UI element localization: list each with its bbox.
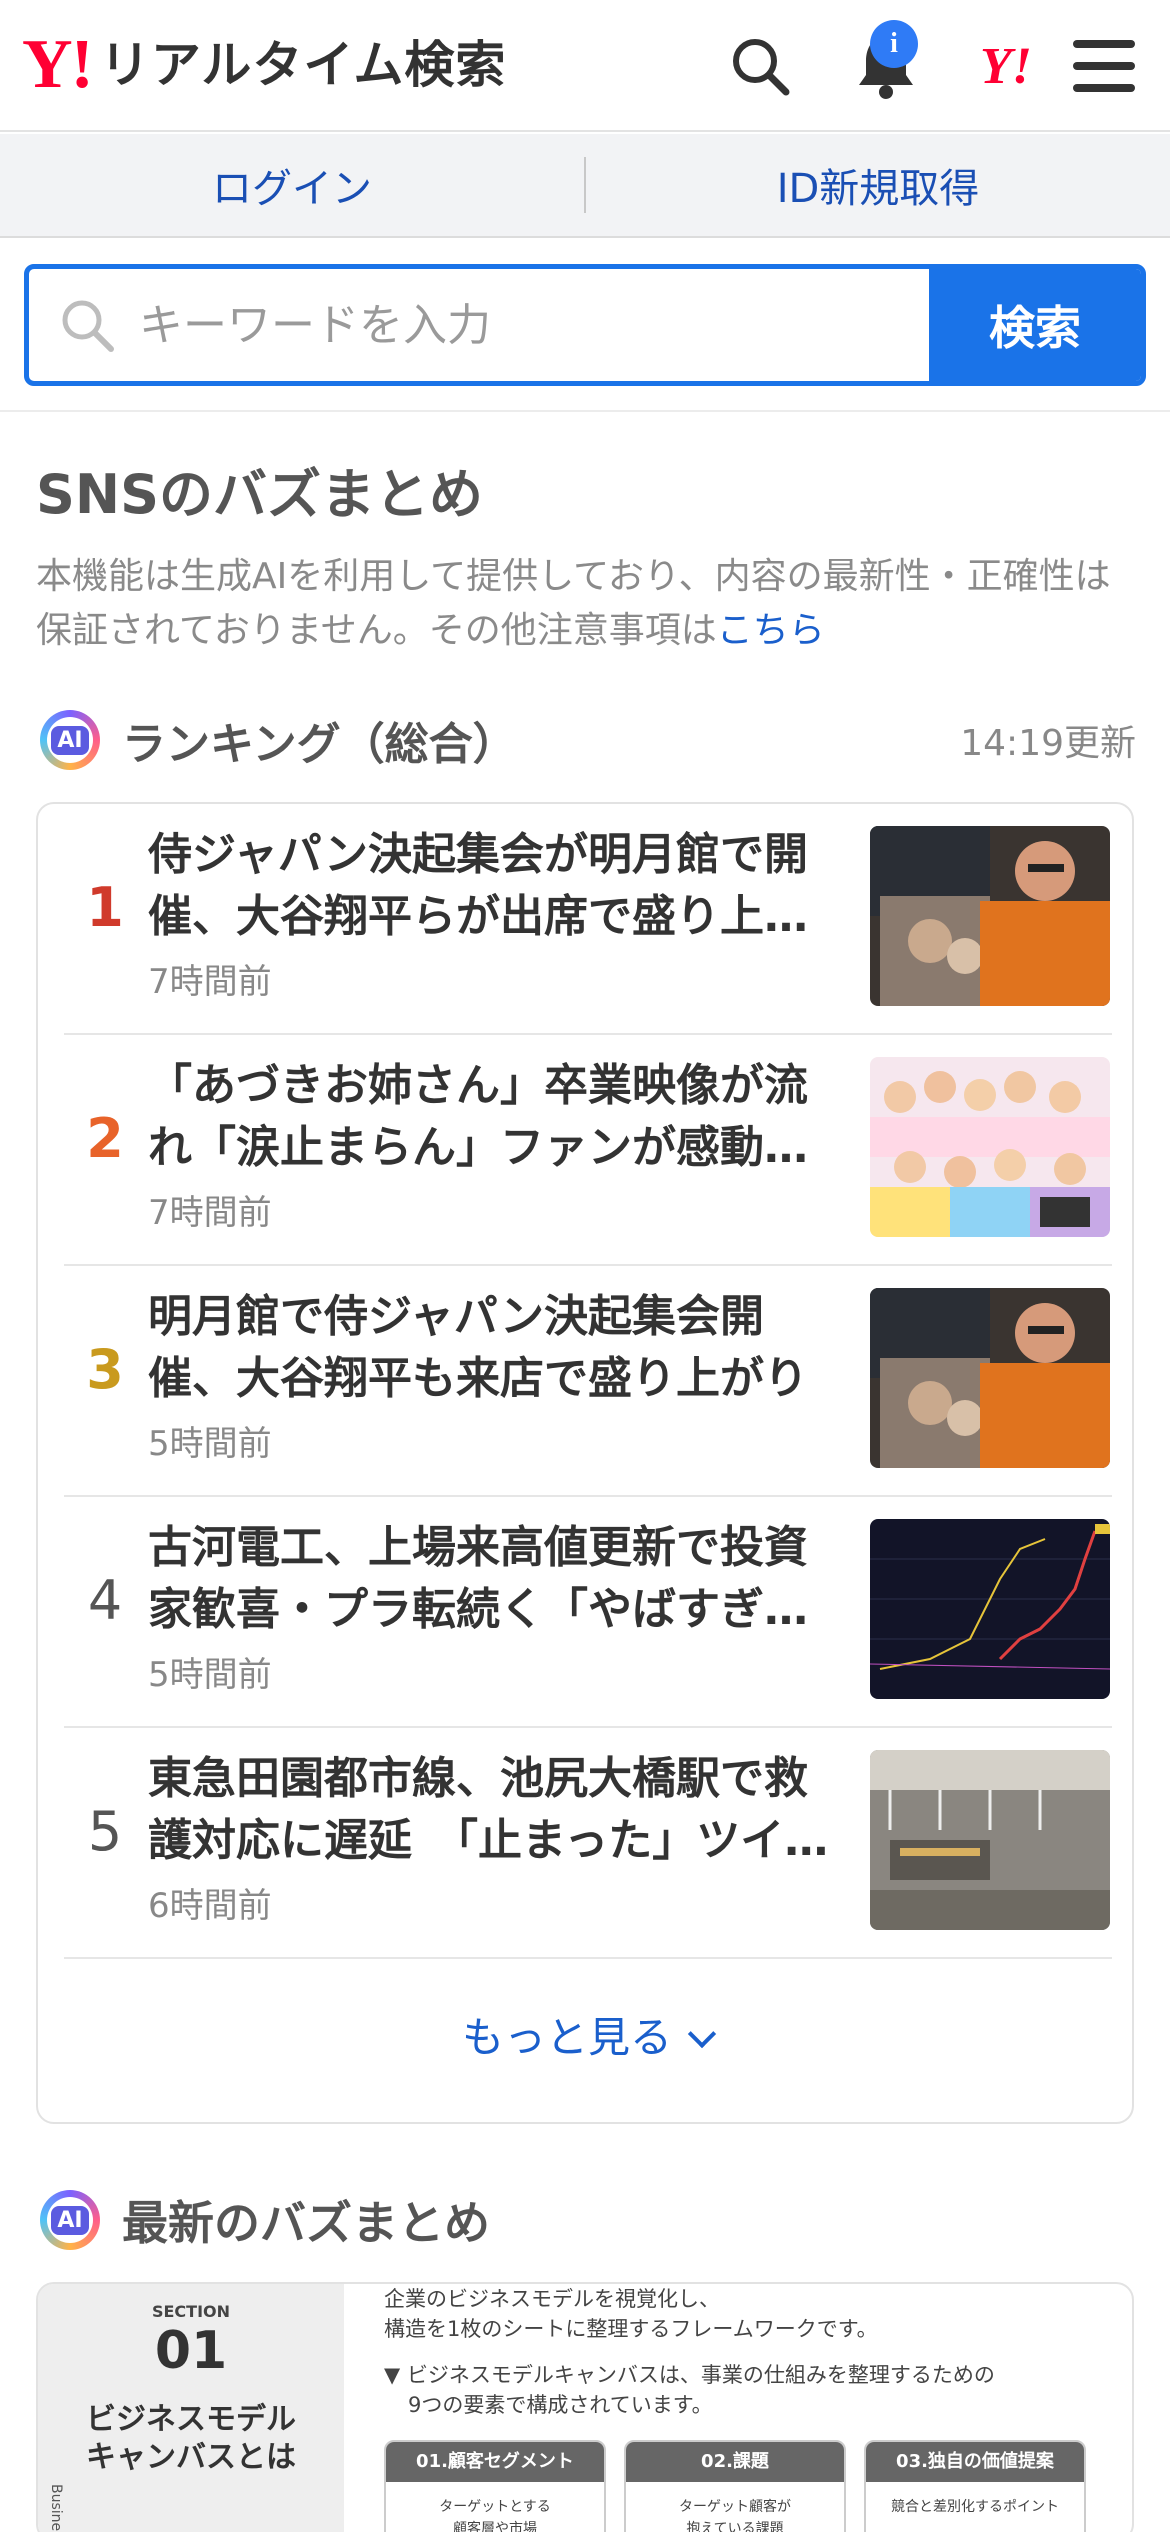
notification-button[interactable]: i (846, 20, 926, 106)
search-form: 検索 (24, 264, 1146, 386)
rank-number: 3 (86, 1338, 124, 1401)
menu-button[interactable] (1064, 26, 1144, 106)
search-input[interactable] (139, 299, 839, 351)
slide-description-line: 構造を1枚のシートに整理するフレームワークです。 (384, 2317, 878, 2341)
slide-heading-line: キャンバスとは (86, 2440, 296, 2475)
site-title: リアルタイム検索 (99, 36, 507, 94)
slide-box: 03.独自の価値提案 競合と差別化するポイント (864, 2440, 1086, 2532)
search-button[interactable] (720, 26, 800, 106)
item-title: 古河電工、上場来高値更新で投資家歓喜・プラ転続く「やばすぎ… (148, 1522, 808, 1635)
ai-disclaimer: 本機能は生成AIを利用して提供しており、内容の最新性・正確性は保証されておりませ… (36, 550, 1136, 658)
latest-header: AI 最新のバズまとめ (40, 2188, 490, 2252)
item-time: 6時間前 (148, 1886, 272, 1926)
slide-heading-line: ビジネスモデル (86, 2402, 296, 2437)
item-time: 5時間前 (148, 1424, 272, 1464)
slide-box-text: 競合と差別化するポイント (891, 2499, 1059, 2515)
ai-icon: AI (40, 2190, 100, 2250)
page: Y! リアルタイム検索 i Y! ログイン ID新規取得 キーワードを入力 検索… (0, 0, 1170, 2532)
divider (0, 410, 1170, 412)
slide-box-body: ターゲット顧客が 抱えている課題 (626, 2482, 844, 2532)
slide-box-text: ターゲットとする (439, 2499, 551, 2515)
item-time: 5時間前 (148, 1655, 272, 1695)
slide-description: 企業のビジネスモデルを視覚化し、 構造を1枚のシートに整理するフレームワークです… (384, 2284, 1124, 2344)
item-title: 明月館で侍ジャパン決起集会開催、大谷翔平も来店で盛り上がり (148, 1291, 808, 1404)
yahoo-japan-link[interactable]: Y! (966, 26, 1046, 106)
ai-label: AI (51, 2205, 89, 2235)
login-link[interactable]: ログイン (0, 156, 584, 214)
slide-box-body: ターゲットとする 顧客層や市場 (386, 2482, 604, 2532)
item-time: 7時間前 (148, 962, 272, 1002)
slide-note-line: 9つの要素で構成されています。 (408, 2393, 713, 2417)
slide-box-body: 競合と差別化するポイント (866, 2482, 1084, 2518)
account-bar: ログイン ID新規取得 (0, 134, 1170, 238)
slide-box-text: 顧客層や市場 (453, 2521, 537, 2532)
slide-box-head: 03.独自の価値提案 (866, 2442, 1084, 2482)
search-icon (733, 39, 790, 96)
ranking-updated-time: 14:19更新 (960, 723, 1136, 764)
ranking-item-2[interactable]: 2 「あづきお姉さん」卒業映像が流れ「涙止まらん」ファンが感動… 7時間前 (64, 1035, 1112, 1266)
disclaimer-link[interactable]: こちら (717, 610, 825, 651)
ai-label: AI (51, 725, 89, 755)
search-icon (62, 300, 114, 352)
item-title: 東急田園都市線、池尻大橋駅で救護対応に遅延 「止まった」ツイ… (148, 1753, 829, 1866)
item-title: 侍ジャパン決起集会が明月館で開催、大谷翔平らが出席で盛り上… (148, 829, 808, 942)
rank-number: 4 (87, 1569, 123, 1632)
latest-card[interactable]: SECTION 01 ビジネスモデル キャンバスとは Busine 企業のビジネ… (36, 2282, 1134, 2532)
ranking-item-3[interactable]: 3 明月館で侍ジャパン決起集会開催、大谷翔平も来店で盛り上がり 5時間前 (64, 1266, 1112, 1497)
slide-box-head: 02.課題 (626, 2442, 844, 2482)
slide-box-text: 抱えている課題 (686, 2521, 784, 2532)
rank-number: 2 (86, 1107, 124, 1170)
item-thumbnail (870, 1750, 1110, 1930)
show-more-label: もっと見る (461, 2013, 672, 2062)
notification-badge: i (870, 20, 918, 68)
slide-note: ▼ ビジネスモデルキャンバスは、事業の仕組みを整理するための 9つの要素で構成さ… (384, 2360, 1124, 2420)
slide-box: 01.顧客セグメント ターゲットとする 顧客層や市場 (384, 2440, 606, 2532)
ai-icon: AI (40, 710, 100, 770)
rank-number: 1 (86, 876, 124, 939)
ranking-item-1[interactable]: 1 侍ジャパン決起集会が明月館で開催、大谷翔平らが出席で盛り上… 7時間前 (64, 804, 1112, 1035)
yahoo-japan-logo: Y! (980, 37, 1032, 95)
slide-description-line: 企業のビジネスモデルを視覚化し、 (384, 2287, 720, 2311)
item-thumbnail (870, 826, 1110, 1006)
ranking-card: 1 侍ジャパン決起集会が明月館で開催、大谷翔平らが出席で盛り上… 7時間前 2 … (36, 802, 1134, 2124)
slide-content: 企業のビジネスモデルを視覚化し、 構造を1枚のシートに整理するフレームワークです… (384, 2284, 1124, 2532)
slide-section-label: SECTION (151, 2302, 231, 2321)
slide-box-text: ターゲット顧客が (679, 2499, 791, 2515)
ranking-item-4[interactable]: 4 古河電工、上場来高値更新で投資家歓喜・プラ転続く「やばすぎ… 5時間前 (64, 1497, 1112, 1728)
slide-note-line: ▼ ビジネスモデルキャンバスは、事業の仕組みを整理するための (384, 2363, 995, 2387)
ranking-item-5[interactable]: 5 東急田園都市線、池尻大橋駅で救護対応に遅延 「止まった」ツイ… 6時間前 (64, 1728, 1112, 1959)
search-submit-button[interactable]: 検索 (929, 269, 1141, 381)
signup-link[interactable]: ID新規取得 (586, 156, 1170, 214)
slide-boxes: 01.顧客セグメント ターゲットとする 顧客層や市場 02.課題 ターゲット顧客… (384, 2440, 1124, 2532)
menu-icon (1073, 40, 1135, 92)
app-header: Y! リアルタイム検索 i Y! (0, 0, 1170, 132)
slide-section-number: 01 (154, 2321, 228, 2381)
ranking-header: AI ランキング（総合） 14:19更新 (40, 708, 1140, 772)
slide-heading: ビジネスモデル キャンバスとは (38, 2401, 344, 2477)
slide-box: 02.課題 ターゲット顧客が 抱えている課題 (624, 2440, 846, 2532)
yahoo-logo-mark: Y! (22, 26, 94, 103)
item-title: 「あづきお姉さん」卒業映像が流れ「涙止まらん」ファンが感動… (148, 1060, 808, 1173)
slide-side-text: Busine (48, 2484, 64, 2532)
ranking-title: ランキング（総合） (122, 719, 517, 770)
search-field[interactable] (29, 269, 929, 381)
section-title: SNSのバズまとめ (36, 463, 483, 526)
chevron-down-icon (687, 2019, 717, 2049)
slide-box-head: 01.顧客セグメント (386, 2442, 604, 2482)
show-more-button[interactable]: もっと見る (38, 2004, 1136, 2065)
site-logo[interactable]: Y! リアルタイム検索 (22, 30, 506, 100)
disclaimer-text: 本機能は生成AIを利用して提供しており、内容の最新性・正確性は保証されておりませ… (36, 556, 1111, 651)
item-thumbnail (870, 1057, 1110, 1237)
item-thumbnail (870, 1519, 1110, 1699)
item-time: 7時間前 (148, 1193, 272, 1233)
slide-cover: SECTION 01 ビジネスモデル キャンバスとは Busine (38, 2284, 344, 2532)
rank-number: 5 (87, 1800, 123, 1863)
item-thumbnail (870, 1288, 1110, 1468)
latest-title: 最新のバズまとめ (122, 2196, 490, 2250)
